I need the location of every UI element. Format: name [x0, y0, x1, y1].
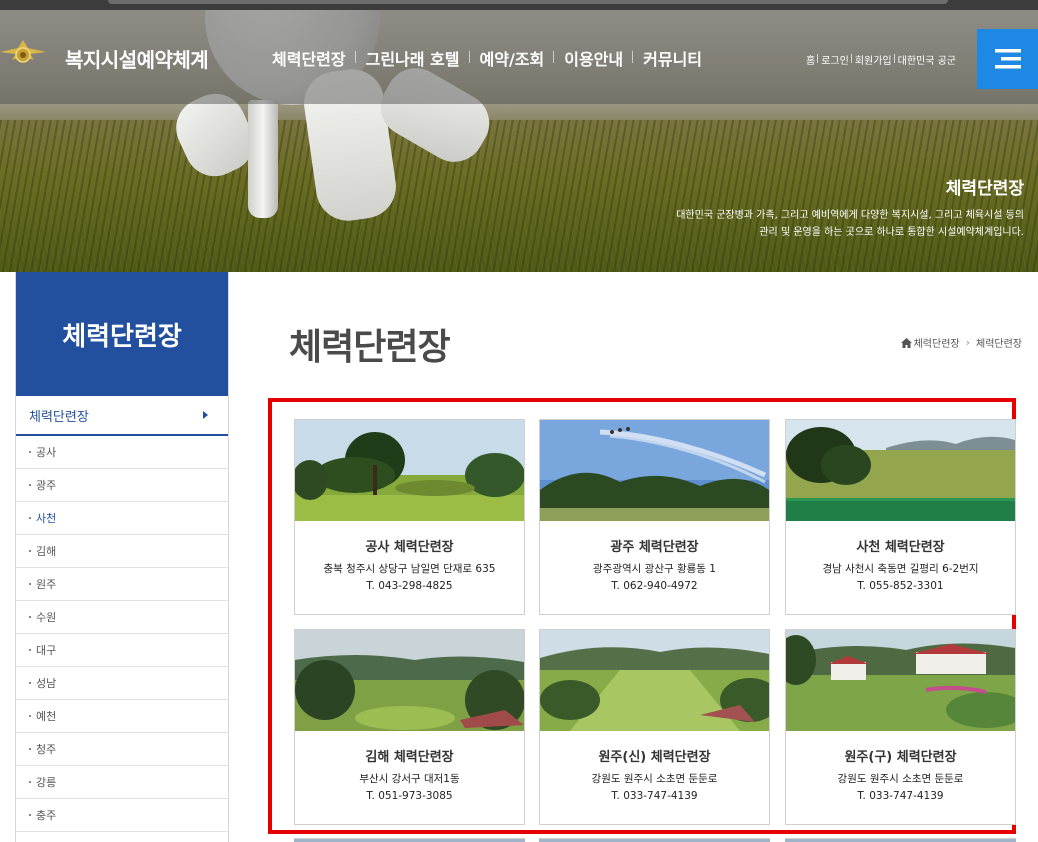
hero-title: 체력단련장 — [945, 179, 1024, 199]
util-login-link[interactable]: 로그인 — [817, 52, 852, 67]
facility-card-partial[interactable] — [539, 838, 770, 842]
facility-address: 강원도 원주시 소초면 둔둔로 — [837, 773, 964, 785]
sidebar-item-daegu[interactable]: 대구 — [16, 634, 228, 667]
facility-photo — [540, 420, 769, 521]
breadcrumb-item[interactable]: 체력단련장 — [976, 335, 1022, 350]
menu-item-hotel[interactable]: 그린나래 호텔 — [354, 46, 470, 70]
facility-card[interactable]: 원주(구) 체력단련장 강원도 원주시 소초면 둔둔로 T. 033-747-4… — [785, 629, 1016, 825]
sidebar-item-gongsa[interactable]: 공사 — [16, 436, 228, 469]
sidebar-active-label: 체력단련장 — [29, 409, 89, 425]
menu-item-fitness[interactable]: 체력단련장 — [262, 46, 356, 70]
facility-card[interactable]: 광주 체력단련장 광주광역시 광산구 황룡동 1 T. 062-940-4972 — [539, 419, 770, 615]
menu-item-guide[interactable]: 이용안내 — [553, 46, 633, 70]
sidebar-item-wonju[interactable]: 원주 — [16, 568, 228, 601]
main-menu: 체력단련장 그린나래 호텔 예약/조회 이용안내 커뮤니티 — [262, 46, 712, 70]
menu-item-community[interactable]: 커뮤니티 — [632, 46, 712, 70]
sidebar-item-gimhae[interactable]: 김해 — [16, 535, 228, 568]
facility-address: 부산시 강서구 대저1동 — [359, 773, 460, 785]
utility-links: 홈 로그인 회원가입 대한민국 공군 — [803, 52, 959, 67]
facility-name: 광주 체력단련장 — [610, 540, 699, 555]
golf-tee-image — [248, 100, 278, 218]
facility-name: 김해 체력단련장 — [365, 750, 454, 765]
home-icon[interactable] — [900, 337, 912, 348]
breadcrumb-item[interactable]: 체력단련장 — [914, 335, 960, 350]
sidebar-item-sacheon[interactable]: 사천 — [16, 502, 228, 535]
facility-tel: T. 062-940-4972 — [611, 580, 698, 592]
facility-photo — [295, 420, 524, 521]
facility-address: 경남 사천시 축동면 길평리 6-2번지 — [822, 563, 979, 575]
facility-card-partial[interactable] — [785, 838, 1016, 842]
facility-photo — [540, 630, 769, 731]
sidebar-item-yecheon[interactable]: 예천 — [16, 700, 228, 733]
hero-description-line: 대한민국 군장병과 가족, 그리고 예비역에게 다양한 복지시설, 그리고 체육… — [676, 210, 1024, 221]
facility-name: 공사 체력단련장 — [365, 540, 454, 555]
facility-card-partial[interactable] — [294, 838, 525, 842]
caret-right-icon — [203, 411, 208, 419]
facility-tel: T. 055-852-3301 — [857, 580, 944, 592]
sidebar-item-chungju[interactable]: 충주 — [16, 799, 228, 832]
sidebar: 체력단련장 체력단련장 공사 광주 사천 김해 원주 수원 대구 성남 예천 청… — [15, 272, 229, 842]
facility-address: 충북 청주시 상당구 남일면 단재로 635 — [323, 563, 496, 575]
sidebar-active-item[interactable]: 체력단련장 — [16, 396, 228, 436]
util-airforce-link[interactable]: 대한민국 공군 — [893, 52, 959, 67]
breadcrumb: 체력단련장 › 체력단련장 — [900, 335, 1022, 350]
sidebar-item-seongnam[interactable]: 성남 — [16, 667, 228, 700]
facility-photo — [786, 420, 1015, 521]
site-title[interactable]: 복지시설예약체계 — [65, 44, 209, 73]
facility-photo — [786, 630, 1015, 731]
util-signup-link[interactable]: 회원가입 — [850, 52, 895, 67]
hero-caption: 체력단련장 대한민국 군장병과 가족, 그리고 예비역에게 다양한 복지시설, … — [676, 174, 1024, 241]
emblem-logo[interactable] — [0, 36, 46, 72]
chevron-right-icon: › — [965, 336, 970, 349]
sidebar-item-suwon[interactable]: 수원 — [16, 601, 228, 634]
facility-name: 원주(신) 체력단련장 — [598, 750, 711, 765]
facility-tel: T. 033-747-4139 — [611, 790, 698, 802]
facility-address: 광주광역시 광산구 황룡동 1 — [593, 563, 716, 575]
facility-tel: T. 043-298-4825 — [366, 580, 453, 592]
sidebar-item-gangneung[interactable]: 강릉 — [16, 766, 228, 799]
page-title: 체력단련장 — [289, 327, 451, 368]
facility-tel: T. 033-747-4139 — [857, 790, 944, 802]
facility-photo — [295, 630, 524, 731]
facility-card[interactable]: 김해 체력단련장 부산시 강서구 대저1동 T. 051-973-3085 — [294, 629, 525, 825]
facility-card[interactable]: 원주(신) 체력단련장 강원도 원주시 소초면 둔둔로 T. 033-747-4… — [539, 629, 770, 825]
menu-item-reservation[interactable]: 예약/조회 — [468, 46, 555, 70]
sidebar-item-gwangju[interactable]: 광주 — [16, 469, 228, 502]
facility-name: 사천 체력단련장 — [856, 540, 945, 555]
facility-card[interactable]: 공사 체력단련장 충북 청주시 상당구 남일면 단재로 635 T. 043-2… — [294, 419, 525, 615]
browser-top-edge — [0, 0, 1038, 10]
hamburger-menu-icon — [994, 49, 1021, 69]
sidebar-title: 체력단련장 — [16, 272, 228, 396]
facility-address: 강원도 원주시 소초면 둔둔로 — [591, 773, 718, 785]
facility-name: 원주(구) 체력단련장 — [844, 750, 957, 765]
util-home-link[interactable]: 홈 — [803, 52, 818, 67]
sidebar-item-cheongju[interactable]: 청주 — [16, 733, 228, 766]
facility-tel: T. 051-973-3085 — [366, 790, 453, 802]
facility-card[interactable]: 사천 체력단련장 경남 사천시 축동면 길평리 6-2번지 T. 055-852… — [785, 419, 1016, 615]
hamburger-menu-button[interactable] — [977, 29, 1038, 89]
hero-description-line: 관리 및 운영을 하는 곳으로 하나로 통합한 시설예약체계입니다. — [759, 227, 1024, 238]
